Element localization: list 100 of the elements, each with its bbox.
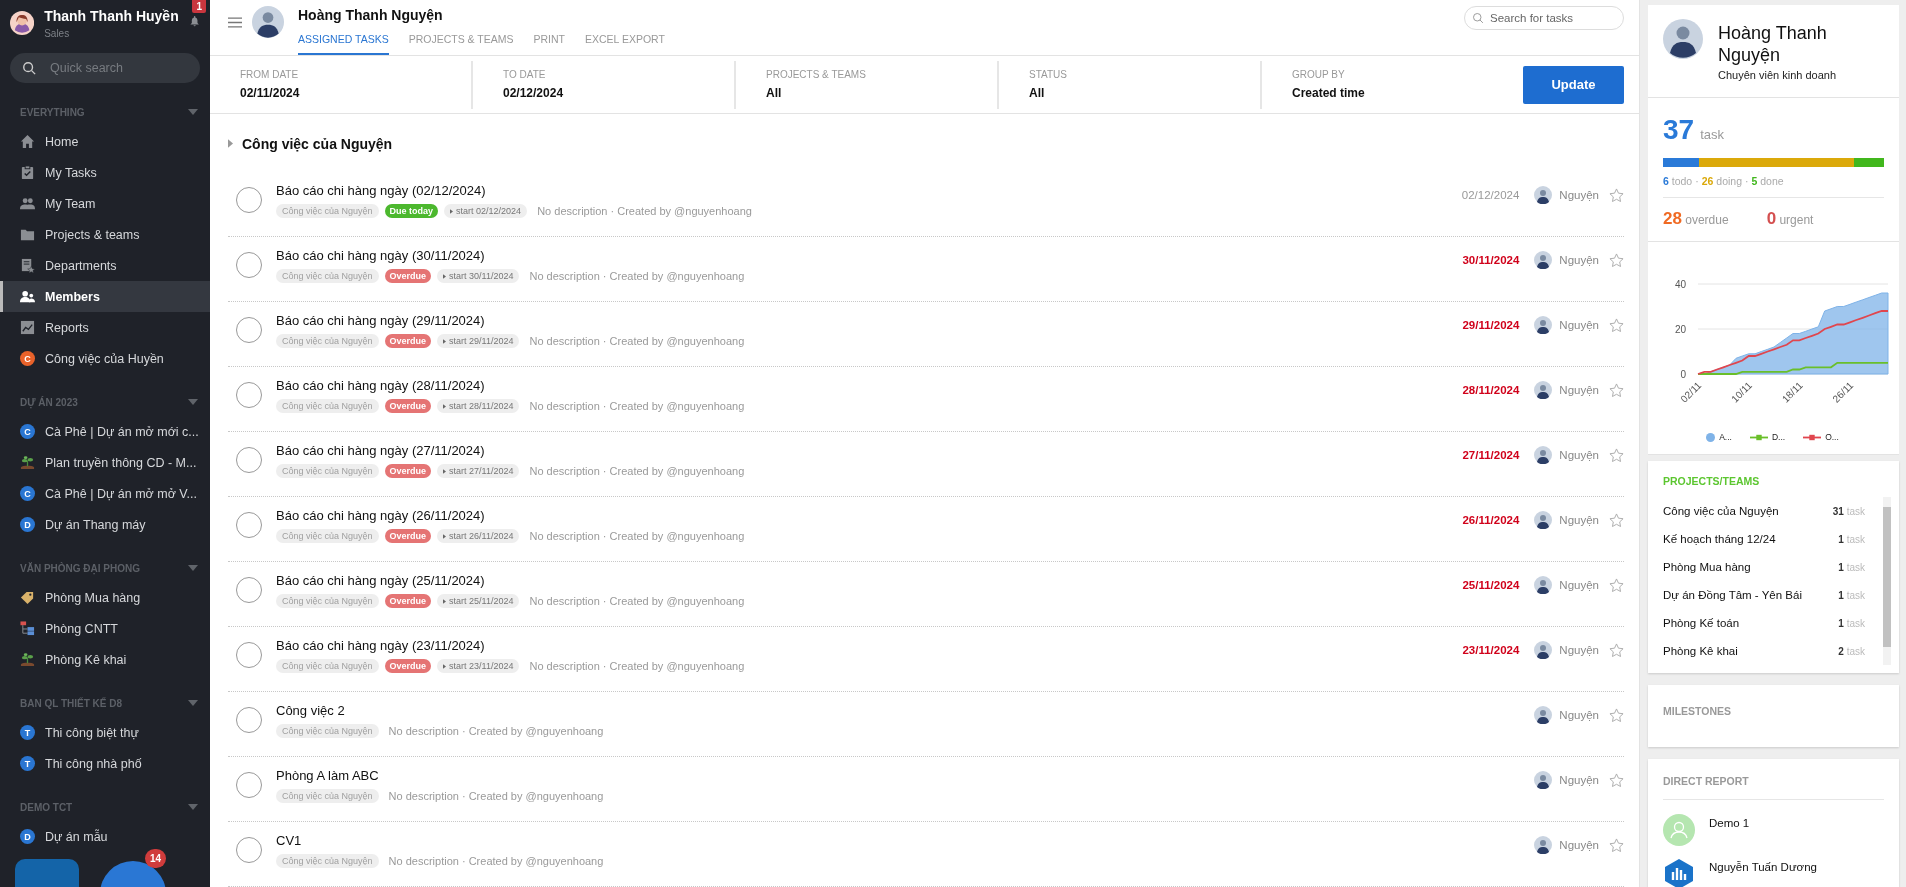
filter-value: 02/11/2024 <box>240 86 301 100</box>
quick-search-field[interactable]: Quick search <box>10 53 200 83</box>
star-icon[interactable] <box>1609 772 1624 788</box>
task-description: No description · Created by @nguyenhoang <box>537 205 752 217</box>
start-date-tag: start 30/11/2024 <box>437 269 520 283</box>
sidebar-item[interactable]: Home <box>0 126 210 157</box>
scrollbar[interactable] <box>1883 497 1891 666</box>
caret-icon[interactable] <box>188 565 198 571</box>
sidebar-item[interactable]: Phòng Kê khai <box>0 644 210 675</box>
people-icon <box>20 196 35 211</box>
filter-field[interactable]: TO DATE 02/12/2024 <box>473 60 736 109</box>
person-name[interactable]: Nguyễn Tuấn Dương <box>1709 861 1817 874</box>
caret-icon <box>443 273 447 279</box>
start-date-tag: start 02/12/2024 <box>444 204 528 218</box>
sidebar-item[interactable]: Reports <box>0 312 210 343</box>
avatar-icon <box>1534 186 1553 204</box>
task-description: No description · Created by @nguyenhoang <box>529 400 745 412</box>
task-title[interactable]: Báo cáo chi hàng ngày (23/11/2024) <box>276 638 1463 653</box>
sidebar-item[interactable]: Plan truyền thông CD - M... <box>0 447 210 478</box>
sidebar-item[interactable]: My Team <box>0 188 210 219</box>
user-role: Sales <box>44 28 71 39</box>
update-button[interactable]: Update <box>1523 65 1624 104</box>
project-name[interactable]: Phòng Kế toán <box>1663 617 1740 630</box>
task-description: No description · Created by @nguyenhoang <box>388 725 604 737</box>
star-icon[interactable] <box>1609 252 1624 268</box>
task-title[interactable]: Phòng A làm ABC <box>276 768 1535 783</box>
caret-icon <box>443 468 447 474</box>
project-tag: Công việc của Nguyện <box>276 594 379 608</box>
star-icon[interactable] <box>1609 382 1624 398</box>
task-title[interactable]: Công việc 2 <box>276 703 1535 718</box>
sidebar-item[interactable]: My Tasks <box>0 157 210 188</box>
sidebar-item[interactable]: Departments <box>0 250 210 281</box>
project-name[interactable]: Phòng Mua hàng <box>1663 561 1751 574</box>
sidebar-item[interactable]: Phòng CNTT <box>0 613 210 644</box>
caret-icon[interactable] <box>188 700 198 706</box>
sidebar-item[interactable]: Phòng Mua hàng <box>0 582 210 613</box>
task-title[interactable]: Báo cáo chi hàng ngày (28/11/2024) <box>276 378 1463 393</box>
project-tag: Công việc của Nguyện <box>276 659 379 673</box>
project-name[interactable]: Kế hoạch tháng 12/24 <box>1663 533 1776 546</box>
task-title[interactable]: Báo cáo chi hàng ngày (02/12/2024) <box>276 183 1462 198</box>
avatar-icon <box>1534 316 1553 334</box>
menu-icon[interactable] <box>228 17 242 28</box>
avatar-icon <box>1534 836 1553 854</box>
avatar-icon <box>1534 576 1553 594</box>
start-date-tag: start 23/11/2024 <box>437 659 520 673</box>
sidebar-item[interactable]: C Công việc của Huyền <box>0 343 210 374</box>
star-icon[interactable] <box>1609 447 1624 463</box>
filter-value: Created time <box>1292 86 1366 100</box>
star-icon[interactable] <box>1609 707 1624 723</box>
filter-field[interactable]: PROJECTS & TEAMS All <box>736 60 999 109</box>
star-icon[interactable] <box>1609 837 1624 853</box>
due-date: 28/11/2024 <box>1462 384 1520 396</box>
task-title[interactable]: Báo cáo chi hàng ngày (25/11/2024) <box>276 573 1463 588</box>
task-total: 37 <box>1663 114 1695 147</box>
sidebar-item[interactable]: Projects & teams <box>0 219 210 250</box>
task-title[interactable]: Báo cáo chi hàng ngày (27/11/2024) <box>276 443 1463 458</box>
sidebar-item[interactable]: D Dự án Thang máy <box>0 509 210 540</box>
status-count: 26 doing <box>1701 175 1742 188</box>
task-search-field[interactable]: Search for tasks <box>1464 6 1624 30</box>
bell-icon[interactable] <box>188 14 200 28</box>
task-title[interactable]: Báo cáo chi hàng ngày (29/11/2024) <box>276 313 1463 328</box>
sidebar-item[interactable]: Members <box>0 281 210 312</box>
avatar-icon <box>1534 251 1553 269</box>
star-icon[interactable] <box>1609 577 1624 593</box>
sidebar-item[interactable]: C Cà Phê | Dự án mở mở V... <box>0 478 210 509</box>
project-name[interactable]: Dự án Đồng Tâm - Yên Bái <box>1663 589 1802 602</box>
star-icon[interactable] <box>1609 317 1624 333</box>
star-icon[interactable] <box>1609 187 1624 203</box>
caret-icon <box>443 663 447 669</box>
person-name[interactable]: Demo 1 <box>1709 817 1750 830</box>
task-title[interactable]: Báo cáo chi hàng ngày (30/11/2024) <box>276 248 1463 263</box>
sidebar-item[interactable]: T Thi công nhà phố <box>0 748 210 779</box>
caret-icon[interactable] <box>188 804 198 810</box>
project-name[interactable]: Công việc của Nguyện <box>1663 505 1779 518</box>
start-date-tag: start 26/11/2024 <box>437 529 520 543</box>
assignee-name: Nguyện <box>1559 384 1599 396</box>
filter-field[interactable]: STATUS All <box>999 60 1262 109</box>
sidebar-item[interactable]: D Dự án mẫu <box>0 821 210 852</box>
filter-field[interactable]: FROM DATE 02/11/2024 <box>210 60 473 109</box>
hierarchy-icon <box>20 621 35 636</box>
section-title: DIRECT REPORT <box>1663 775 1884 801</box>
star-icon[interactable] <box>1609 642 1624 658</box>
count-badge: 14 <box>145 849 167 868</box>
filter-value: All <box>766 86 783 100</box>
tab[interactable]: ASSIGNED TASKS <box>298 33 389 55</box>
due-date: 26/11/2024 <box>1462 514 1520 526</box>
project-name[interactable]: Phòng Kê khai <box>1663 645 1738 658</box>
avatar-icon <box>1534 511 1553 529</box>
star-icon[interactable] <box>1609 512 1624 528</box>
filter-field[interactable]: GROUP BY Created time <box>1262 60 1523 109</box>
sidebar-item[interactable]: T Thi công biệt thự <box>0 717 210 748</box>
task-title[interactable]: CV1 <box>276 833 1535 848</box>
caret-icon[interactable] <box>228 139 233 148</box>
legend-dot-icon <box>1706 432 1716 442</box>
sidebar-item[interactable]: C Cà Phê | Dự án mở mới c... <box>0 416 210 447</box>
caret-icon[interactable] <box>188 109 198 115</box>
caret-icon <box>443 533 447 539</box>
task-title[interactable]: Báo cáo chi hàng ngày (26/11/2024) <box>276 508 1463 523</box>
caret-icon[interactable] <box>188 399 198 405</box>
plant-icon <box>20 652 35 667</box>
